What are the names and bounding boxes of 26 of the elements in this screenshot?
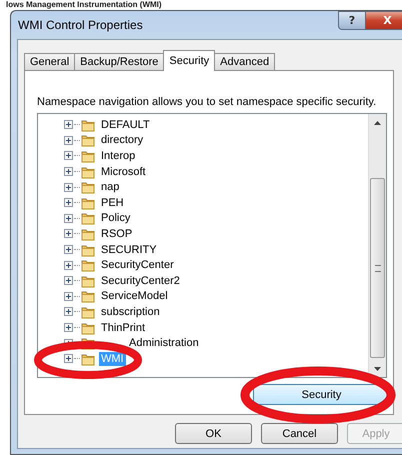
tab[interactable]: Backup/Restore	[74, 53, 164, 70]
tree-item[interactable]: SecurityCenter	[99, 258, 176, 272]
tree-item[interactable]: subscription	[99, 304, 162, 319]
tree-item[interactable]: nap	[99, 180, 122, 194]
tree-item[interactable]: ThinPrint	[99, 320, 148, 335]
tree-item[interactable]: DEFAULT	[99, 118, 152, 132]
window-title: WMI Control Properties	[18, 18, 144, 32]
tree-item[interactable]: directory	[99, 133, 146, 148]
tree-item[interactable]: SecurityCenter2	[99, 274, 182, 288]
close-button[interactable]: X	[366, 11, 402, 30]
description-text: Namespace navigation allows you to set namespace specific security.	[37, 96, 378, 108]
tree-item[interactable]: RSOP	[99, 226, 134, 241]
tree-item[interactable]: Interop	[99, 148, 138, 163]
tree-item[interactable]: Administration	[99, 336, 201, 350]
help-button[interactable]: ?	[338, 11, 366, 30]
tab[interactable]: Advanced	[214, 53, 276, 70]
tab[interactable]: Security	[163, 50, 216, 71]
tree-item[interactable]: Policy	[99, 211, 132, 226]
tree-item[interactable]: ServiceModel	[99, 289, 170, 304]
tree-item[interactable]: SECURITY	[99, 242, 159, 257]
tree-item[interactable]: PEH	[99, 196, 126, 210]
dialog-button[interactable]: OK	[175, 423, 252, 444]
tree-item[interactable]: Microsoft	[99, 164, 148, 179]
tab[interactable]: General	[24, 53, 76, 70]
dialog-button[interactable]: Cancel	[261, 423, 338, 444]
background-window-title: lows Management Instrumentation (WMI)	[5, 0, 163, 10]
